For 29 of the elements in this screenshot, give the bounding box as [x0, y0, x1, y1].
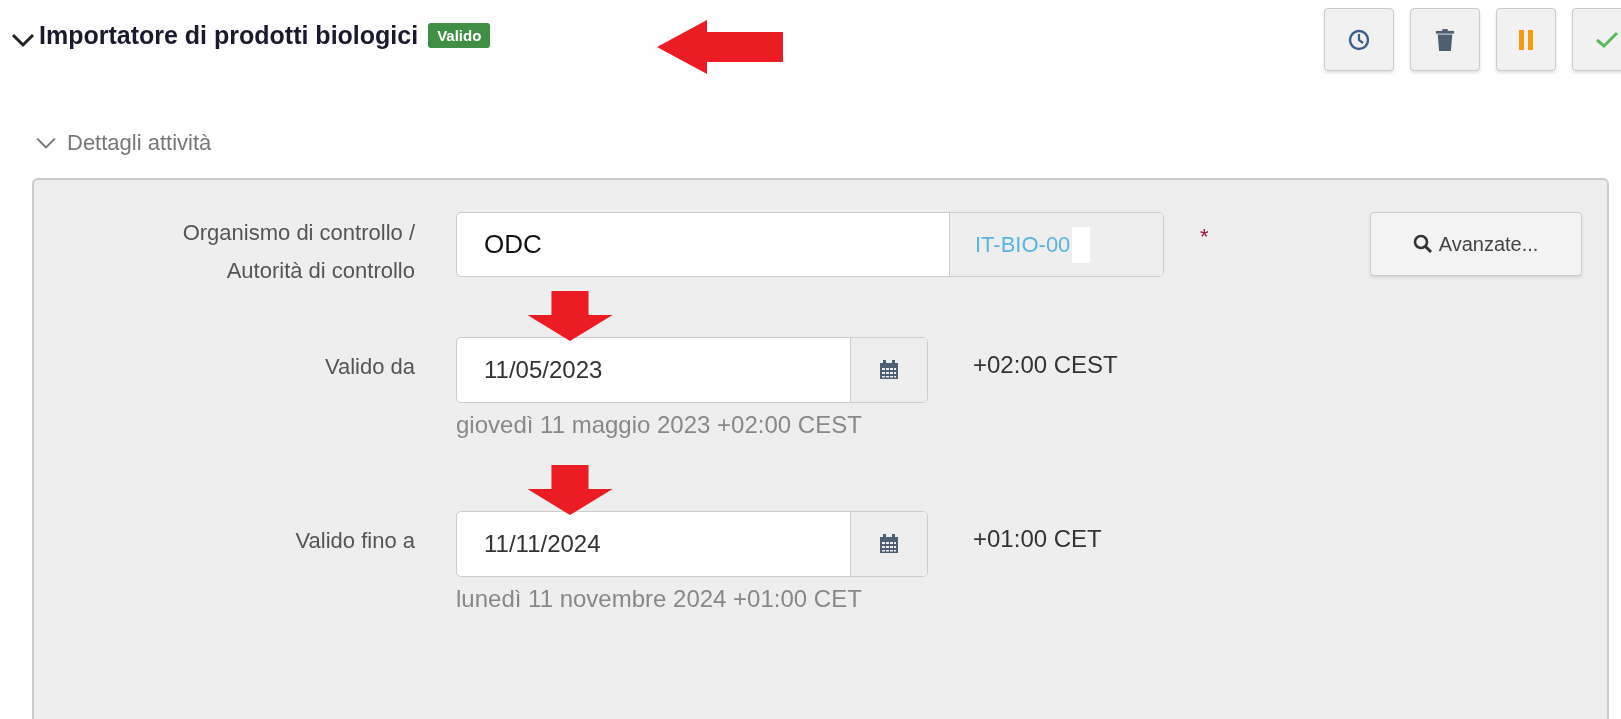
- date-field[interactable]: 11/11/2024: [456, 511, 928, 577]
- record-title: Importatore di prodotti biologici: [39, 20, 419, 50]
- field-label: Valido fino a: [294, 527, 415, 555]
- search-icon: [1412, 234, 1433, 254]
- date-help-text: giovedì 11 maggio 2023 +02:00 CEST: [456, 411, 863, 439]
- check-icon: [1595, 30, 1619, 49]
- calendar-icon[interactable]: [879, 534, 899, 554]
- section-title[interactable]: Dettagli attività: [67, 130, 212, 156]
- required-mark: *: [1200, 224, 1209, 251]
- field-value: 11/05/2023: [483, 355, 604, 385]
- date-help-text: lunedì 11 novembre 2024 +01:00 CET: [456, 585, 863, 613]
- code-text: IT-BIO-00: [975, 231, 1071, 258]
- field-label: Valido da: [323, 353, 415, 381]
- status-badge: Valido: [428, 22, 491, 48]
- delete-button[interactable]: [1410, 8, 1480, 71]
- pause-icon: [1519, 29, 1533, 50]
- field-value: ODC: [483, 228, 543, 261]
- field-value: 11/11/2024: [483, 529, 602, 559]
- date-field[interactable]: 11/05/2023: [456, 337, 928, 403]
- history-button[interactable]: [1324, 8, 1394, 71]
- clock-icon: [1347, 27, 1371, 52]
- lookup-field[interactable]: ODC IT-BIO-00: [456, 212, 1164, 277]
- timezone-text: +01:00 CET: [973, 525, 1102, 553]
- calendar-icon[interactable]: [879, 360, 899, 380]
- timezone-text: +02:00 CEST: [973, 351, 1118, 379]
- trash-icon: [1435, 27, 1455, 52]
- field-label: Organismo di controllo / Autorità di controllo: [181, 219, 415, 285]
- chevron-icon[interactable]: [11, 32, 35, 48]
- advanced-search-button[interactable]: Avanzate...: [1369, 212, 1582, 276]
